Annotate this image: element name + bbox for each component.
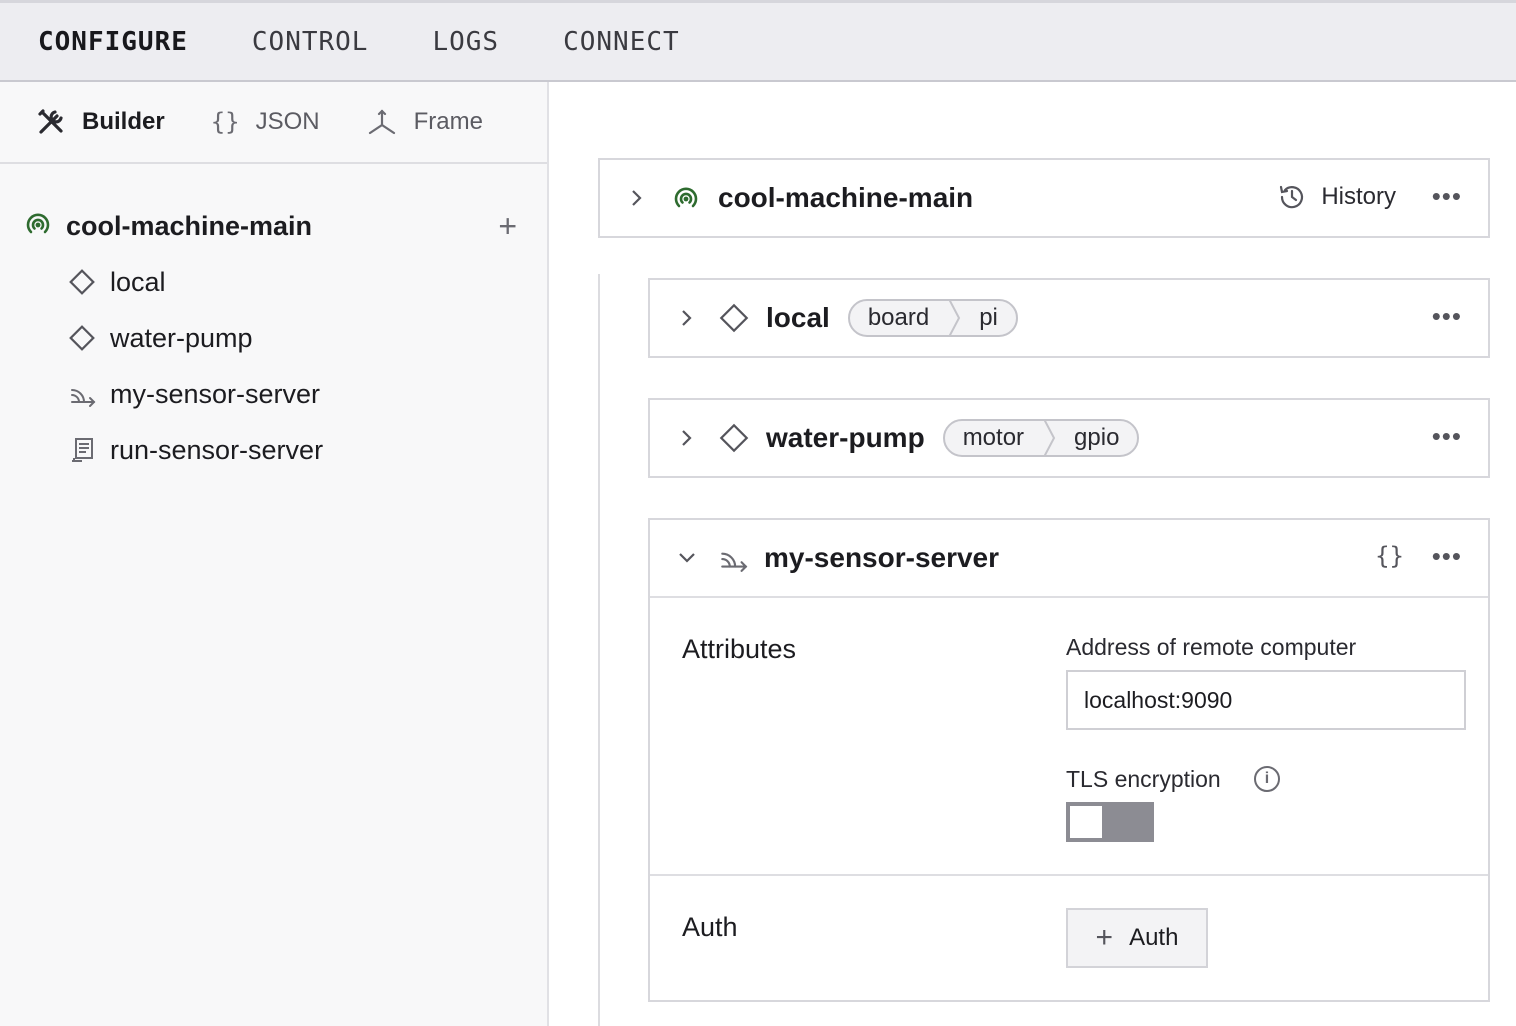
subtab-builder[interactable]: Builder bbox=[36, 107, 165, 137]
add-auth-button[interactable]: + Auth bbox=[1066, 908, 1208, 968]
toggle-knob bbox=[1070, 806, 1102, 838]
more-options-icon[interactable]: ••• bbox=[1432, 303, 1462, 329]
remote-card-header[interactable]: my-sensor-server {} ••• bbox=[650, 520, 1488, 596]
tree-item-label: run-sensor-server bbox=[110, 434, 324, 465]
tree-item-run-sensor-server[interactable]: run-sensor-server bbox=[0, 422, 547, 478]
machine-card-title: cool-machine-main bbox=[718, 182, 974, 213]
subtab-json-label: JSON bbox=[255, 108, 320, 135]
tree-item-label: my-sensor-server bbox=[110, 378, 321, 409]
remote-card-title: my-sensor-server bbox=[764, 542, 1000, 573]
tls-label: TLS encryption bbox=[1066, 766, 1221, 792]
tab-control[interactable]: CONTROL bbox=[252, 27, 369, 57]
more-options-icon[interactable]: ••• bbox=[1432, 543, 1462, 569]
diamond-icon bbox=[66, 324, 98, 352]
tab-connect[interactable]: CONNECT bbox=[563, 27, 680, 57]
more-options-icon[interactable]: ••• bbox=[1432, 183, 1462, 209]
component-card-water-pump: water-pump motor gpio ••• bbox=[648, 398, 1490, 478]
chevron-separator-icon bbox=[1042, 421, 1056, 455]
chevron-right-icon[interactable] bbox=[626, 187, 648, 209]
tools-icon bbox=[36, 107, 66, 137]
component-type-badge: board pi bbox=[847, 299, 1018, 337]
auth-title: Auth bbox=[682, 912, 738, 942]
chevron-down-icon[interactable] bbox=[676, 551, 698, 565]
address-input[interactable] bbox=[1066, 670, 1466, 730]
component-title: water-pump bbox=[766, 422, 925, 453]
tree-item-water-pump[interactable]: water-pump bbox=[0, 310, 547, 366]
chevron-right-icon[interactable] bbox=[676, 427, 698, 449]
tree-root-label: cool-machine-main bbox=[66, 210, 313, 241]
diamond-icon bbox=[718, 302, 750, 334]
tree-item-local[interactable]: local bbox=[0, 254, 547, 310]
axes-icon bbox=[366, 107, 398, 137]
history-icon bbox=[1277, 182, 1307, 212]
sidebar: Builder {} JSON Frame cool-machine-main … bbox=[0, 82, 549, 1026]
info-icon[interactable]: i bbox=[1254, 766, 1280, 792]
remote-card-my-sensor-server: my-sensor-server {} ••• Attributes Addre… bbox=[648, 518, 1490, 1002]
component-title: local bbox=[766, 302, 830, 333]
remote-icon bbox=[66, 380, 98, 408]
component-card-header[interactable]: local board pi ••• bbox=[650, 280, 1488, 356]
tree-item-my-sensor-server[interactable]: my-sensor-server bbox=[0, 366, 547, 422]
add-auth-label: Auth bbox=[1129, 924, 1179, 951]
top-navigation: CONFIGURE CONTROL LOGS CONNECT bbox=[0, 0, 1516, 82]
machine-signal-icon bbox=[24, 210, 52, 243]
tree-item-label: local bbox=[110, 266, 166, 297]
component-type: board bbox=[867, 304, 930, 331]
component-model: gpio bbox=[1074, 424, 1120, 451]
chevron-separator-icon bbox=[947, 301, 961, 335]
more-options-icon[interactable]: ••• bbox=[1432, 423, 1462, 449]
machine-card: cool-machine-main History ••• bbox=[598, 158, 1490, 238]
diamond-icon bbox=[718, 422, 750, 454]
component-card-local: local board pi ••• bbox=[648, 278, 1490, 358]
subtab-json[interactable]: {} JSON bbox=[211, 108, 320, 136]
tab-logs[interactable]: LOGS bbox=[432, 27, 499, 57]
sidebar-subtabs: Builder {} JSON Frame bbox=[0, 82, 547, 164]
machine-card-header[interactable]: cool-machine-main History ••• bbox=[600, 160, 1488, 236]
diamond-icon bbox=[66, 268, 98, 296]
auth-section: Auth + Auth bbox=[650, 874, 1488, 1000]
plus-icon: + bbox=[1095, 921, 1114, 954]
process-icon bbox=[66, 436, 98, 464]
component-type-badge: motor gpio bbox=[942, 419, 1140, 457]
tls-toggle[interactable] bbox=[1066, 802, 1154, 842]
tree-root-machine[interactable]: cool-machine-main + bbox=[0, 198, 547, 254]
add-resource-button[interactable]: + bbox=[498, 210, 517, 242]
attributes-section: Attributes Address of remote computer TL… bbox=[650, 596, 1488, 874]
machine-signal-icon bbox=[672, 184, 700, 212]
attributes-title: Attributes bbox=[682, 634, 797, 664]
history-button[interactable]: History bbox=[1277, 182, 1396, 212]
component-card-header[interactable]: water-pump motor gpio ••• bbox=[650, 400, 1488, 476]
subtab-frame[interactable]: Frame bbox=[366, 107, 483, 137]
component-model: pi bbox=[979, 304, 998, 331]
component-type: motor bbox=[962, 424, 1025, 451]
history-label: History bbox=[1321, 183, 1396, 210]
json-view-icon[interactable]: {} bbox=[1375, 542, 1404, 570]
main-panel: cool-machine-main History ••• local boar… bbox=[551, 82, 1516, 1026]
tree-guide-line bbox=[598, 274, 600, 1026]
tab-configure[interactable]: CONFIGURE bbox=[38, 27, 188, 57]
address-label: Address of remote computer bbox=[1066, 634, 1357, 660]
subtab-builder-label: Builder bbox=[82, 108, 165, 135]
tree-item-label: water-pump bbox=[110, 322, 253, 353]
subtab-frame-label: Frame bbox=[413, 108, 483, 135]
braces-icon: {} bbox=[210, 108, 240, 136]
remote-icon bbox=[718, 543, 748, 573]
config-tree: cool-machine-main + local water-pump my-… bbox=[0, 164, 547, 478]
chevron-right-icon[interactable] bbox=[676, 307, 698, 329]
